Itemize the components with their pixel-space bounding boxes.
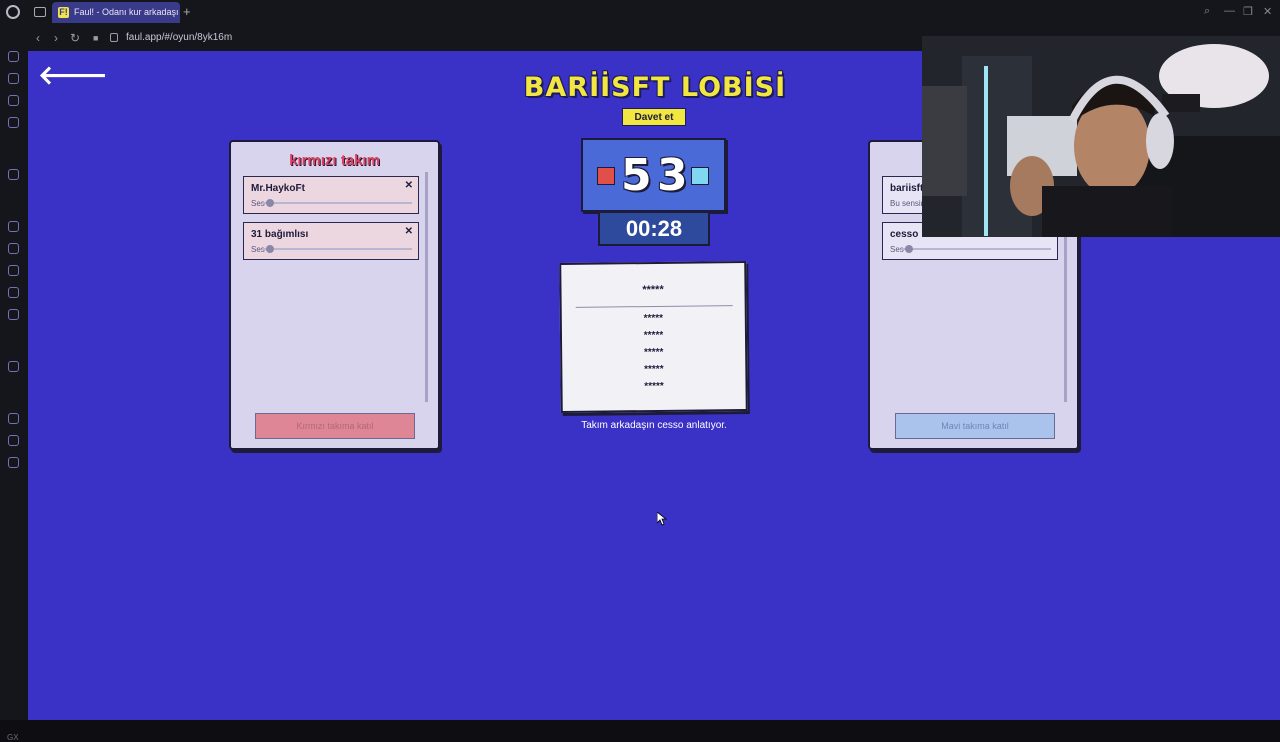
browser-tab-bar: F! Faul! - Odanı kur arkadaşı + ⌕ — ❐ ✕ xyxy=(0,0,1280,25)
browser-tab[interactable]: F! Faul! - Odanı kur arkadaşı xyxy=(52,2,180,23)
taboo-word: ***** xyxy=(643,329,664,342)
red-score: 5 xyxy=(621,150,652,201)
music-icon[interactable] xyxy=(8,117,19,128)
telegram-icon[interactable] xyxy=(8,265,19,276)
taboo-word: ***** xyxy=(644,363,664,376)
player-card: Mr.HaykoFt ✕ Ses xyxy=(243,176,419,214)
extensions-icon[interactable] xyxy=(8,435,19,446)
reload-icon[interactable]: ↻ xyxy=(70,31,80,45)
taboo-word: ***** xyxy=(643,312,664,325)
restore-icon[interactable]: ❐ xyxy=(1243,5,1253,18)
back-nav-icon[interactable]: ‹ xyxy=(36,31,40,45)
volume-slider[interactable] xyxy=(901,248,1051,250)
blue-team-square-icon xyxy=(691,167,709,185)
red-team-title: kırmızı takım xyxy=(289,152,380,169)
aria-icon[interactable] xyxy=(8,51,19,62)
main-word: ***** xyxy=(642,283,664,297)
join-blue-team-button[interactable]: Mavi takıma katıl xyxy=(895,413,1055,439)
taboo-word: ***** xyxy=(643,346,664,359)
scoreboard: 5 3 xyxy=(581,138,726,212)
join-red-team-button[interactable]: Kırmızı takıma katıl xyxy=(255,413,415,439)
kick-icon[interactable]: ✕ xyxy=(405,180,413,191)
browser-sidebar: GX xyxy=(0,51,28,742)
word-card: ***** ***** ***** ***** ***** ***** xyxy=(559,261,748,413)
streamer-webcam-image xyxy=(922,36,1280,237)
player-name: bariisft xyxy=(890,183,924,194)
player-name: 31 bağımlısı xyxy=(251,229,309,240)
close-window-icon[interactable]: ✕ xyxy=(1263,5,1272,18)
apps-icon[interactable] xyxy=(8,169,19,180)
player-card: 31 bağımlısı ✕ Ses xyxy=(243,222,419,260)
tab-island-icon[interactable] xyxy=(34,7,46,17)
blue-score: 3 xyxy=(657,150,688,201)
lock-icon xyxy=(110,33,118,42)
new-tab-button[interactable]: + xyxy=(183,4,191,20)
history-icon[interactable] xyxy=(8,413,19,424)
volume-slider[interactable] xyxy=(262,202,412,204)
taboo-word: ***** xyxy=(644,380,664,393)
red-team-square-icon xyxy=(597,167,615,185)
x-icon[interactable] xyxy=(8,309,19,320)
volume-knob[interactable] xyxy=(905,245,913,253)
opera-logo-icon[interactable] xyxy=(6,5,20,19)
instagram-icon[interactable] xyxy=(8,287,19,298)
player-name: cesso xyxy=(890,229,919,240)
card-divider xyxy=(575,305,733,308)
invite-button[interactable]: Davet et xyxy=(622,108,686,126)
volume-knob[interactable] xyxy=(266,199,274,207)
back-arrow-icon[interactable]: 🡐 xyxy=(38,60,108,91)
volume-knob[interactable] xyxy=(266,245,274,253)
gx-icon: GX xyxy=(7,733,19,742)
messenger-icon[interactable] xyxy=(8,221,19,232)
player-name: Mr.HaykoFt xyxy=(251,183,305,194)
tab-title: Faul! - Odanı kur arkadaşı xyxy=(74,7,179,17)
player-circle-icon[interactable] xyxy=(8,361,19,372)
mouse-cursor-icon xyxy=(657,512,667,526)
whatsapp-icon[interactable] xyxy=(8,243,19,254)
panel-scrollbar[interactable] xyxy=(425,172,428,402)
red-team-panel: kırmızı takım Mr.HaykoFt ✕ Ses 31 bağıml… xyxy=(229,140,440,450)
minimize-icon[interactable]: — xyxy=(1224,5,1235,17)
kick-icon[interactable]: ✕ xyxy=(405,226,413,237)
url-field[interactable]: faul.app/#/oyun/8yk16m xyxy=(126,32,232,43)
lobby-title: BARİİSFT LOBİSİ xyxy=(523,72,787,103)
faul-favicon-icon: F! xyxy=(58,7,69,18)
webcam-overlay xyxy=(922,36,1280,237)
player-icon[interactable] xyxy=(8,95,19,106)
round-timer: 00:28 xyxy=(598,211,710,246)
self-label: Bu sensin xyxy=(890,199,926,208)
search-icon[interactable]: ⌕ xyxy=(1204,5,1210,18)
workspace-icon[interactable] xyxy=(8,73,19,84)
turn-status: Takım arkadaşın cesso anlatıyor. xyxy=(581,420,727,431)
volume-slider[interactable] xyxy=(262,248,412,250)
forward-nav-icon[interactable]: › xyxy=(54,31,58,45)
settings-icon[interactable] xyxy=(8,457,19,468)
site-info-icon[interactable]: ■ xyxy=(93,33,98,43)
